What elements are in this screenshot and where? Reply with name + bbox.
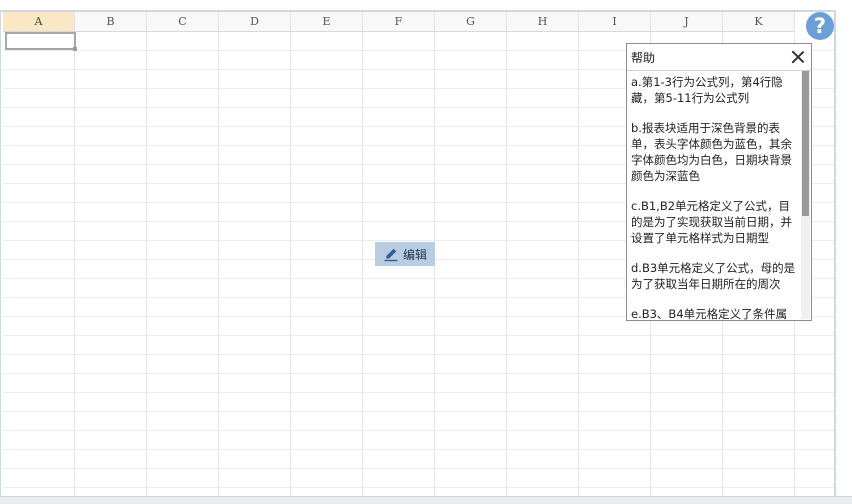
help-item: a.第1-3行为公式列，第4行隐藏，第5-11行为公式列	[631, 75, 783, 105]
column-header-d[interactable]: D	[219, 12, 291, 32]
column-header-f[interactable]: F	[363, 12, 435, 32]
help-item: d.B3单元格定义了公式，母的是为了获取当年日期所在的周次	[631, 261, 796, 291]
edit-button-label: 编辑	[402, 247, 427, 262]
column-header-e[interactable]: E	[291, 12, 363, 32]
fill-handle[interactable]	[73, 47, 77, 51]
selected-cell-a1[interactable]	[5, 32, 77, 51]
column-header-c[interactable]: C	[147, 12, 219, 32]
close-icon[interactable]	[791, 50, 805, 64]
scrollbar-thumb[interactable]	[802, 71, 809, 216]
help-panel-scrollbar[interactable]	[801, 71, 810, 319]
help-icon: ?	[813, 14, 827, 38]
column-header-h[interactable]: H	[507, 12, 579, 32]
help-item: c.B1,B2单元格定义了公式，目的是为了实现获取当前日期，并设置了单元格样式为…	[631, 199, 792, 245]
column-header-j[interactable]: J	[651, 12, 723, 32]
help-panel-header: 帮助	[627, 44, 811, 71]
help-panel-title: 帮助	[631, 50, 656, 65]
help-panel: 帮助 a.第1-3行为公式列，第4行隐藏，第5-11行为公式列 b.报表块适用于…	[626, 43, 812, 321]
edit-button[interactable]: 编辑	[375, 242, 435, 266]
pencil-icon	[384, 248, 398, 262]
column-header-g[interactable]: G	[435, 12, 507, 32]
help-button[interactable]: ?	[806, 12, 834, 40]
help-item: b.报表块适用于深色背景的表单，表头字体颜色为蓝色，其余字体颜色均为白色，日期块…	[631, 121, 792, 183]
column-header-a[interactable]: A	[3, 12, 75, 32]
column-header-row: A B C D E F G H I J K	[3, 12, 795, 32]
column-header-i[interactable]: I	[579, 12, 651, 32]
column-header-k[interactable]: K	[723, 12, 795, 32]
help-panel-body: a.第1-3行为公式列，第4行隐藏，第5-11行为公式列 b.报表块适用于深色背…	[627, 70, 800, 320]
help-item: e.B3、B4单元格定义了条件属	[631, 307, 788, 320]
column-header-b[interactable]: B	[75, 12, 147, 32]
